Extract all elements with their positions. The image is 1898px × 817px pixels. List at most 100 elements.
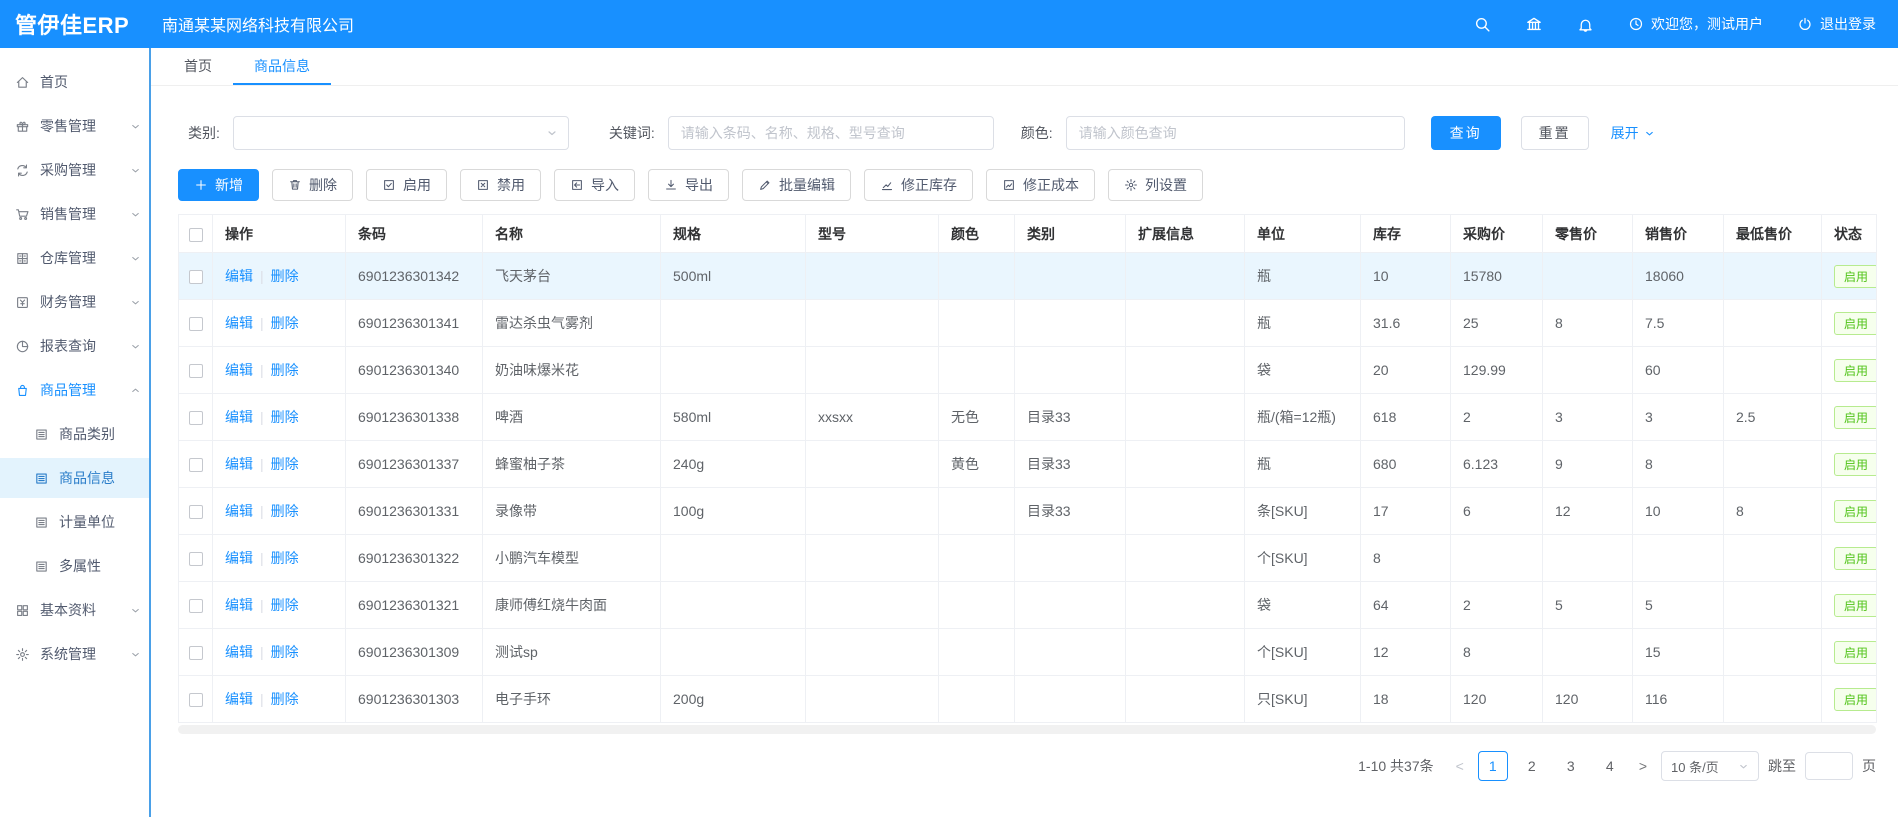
edit-link[interactable]: 编辑 bbox=[225, 409, 253, 425]
cell-name: 奶油味爆米花 bbox=[483, 347, 661, 394]
row-checkbox[interactable] bbox=[189, 552, 203, 566]
cell-purchase: 2 bbox=[1451, 582, 1543, 629]
sidebar-item-products[interactable]: 商品管理 bbox=[0, 370, 151, 410]
cell-retail bbox=[1543, 629, 1633, 676]
sidebar-item-basic-data[interactable]: 基本资料 bbox=[0, 590, 151, 630]
sidebar-item-retail[interactable]: 零售管理 bbox=[0, 106, 151, 146]
cell-retail bbox=[1543, 347, 1633, 394]
cell-ext bbox=[1126, 394, 1245, 441]
tab-首页[interactable]: 首页 bbox=[163, 48, 233, 85]
delete-link[interactable]: 删除 bbox=[271, 503, 299, 519]
cell-unit: 瓶/(箱=12瓶) bbox=[1245, 394, 1361, 441]
row-checkbox[interactable] bbox=[189, 693, 203, 707]
delete-link[interactable]: 删除 bbox=[271, 597, 299, 613]
delete-link[interactable]: 删除 bbox=[271, 456, 299, 472]
edit-link[interactable]: 编辑 bbox=[225, 597, 253, 613]
export-button[interactable]: 导出 bbox=[648, 169, 729, 201]
page-button-2[interactable]: 2 bbox=[1517, 751, 1547, 781]
horizontal-scrollbar[interactable] bbox=[178, 725, 1876, 734]
sidebar-item-home[interactable]: 首页 bbox=[0, 62, 151, 102]
cell-barcode: 6901236301331 bbox=[346, 488, 483, 535]
sidebar-item-product-info[interactable]: 商品信息 bbox=[0, 458, 151, 498]
delete-link[interactable]: 删除 bbox=[271, 362, 299, 378]
status-badge: 启用 bbox=[1834, 406, 1877, 429]
chevron-up-icon bbox=[130, 385, 141, 396]
cell-purchase: 6.123 bbox=[1451, 441, 1543, 488]
disable-button[interactable]: 禁用 bbox=[460, 169, 541, 201]
cell-purchase: 6 bbox=[1451, 488, 1543, 535]
cell-retail: 12 bbox=[1543, 488, 1633, 535]
delete-link[interactable]: 删除 bbox=[271, 691, 299, 707]
row-checkbox[interactable] bbox=[189, 317, 203, 331]
fix-cost-button[interactable]: 修正成本 bbox=[986, 169, 1095, 201]
delete-link[interactable]: 删除 bbox=[271, 409, 299, 425]
sidebar-item-product-category[interactable]: 商品类别 bbox=[0, 414, 151, 454]
page-button-4[interactable]: 4 bbox=[1595, 751, 1625, 781]
delete-link[interactable]: 删除 bbox=[271, 644, 299, 660]
edit-link[interactable]: 编辑 bbox=[225, 644, 253, 660]
edit-link[interactable]: 编辑 bbox=[225, 503, 253, 519]
prev-page-button[interactable]: < bbox=[1451, 758, 1469, 774]
fix-stock-button[interactable]: 修正库存 bbox=[864, 169, 973, 201]
sidebar-item-reports[interactable]: 报表查询 bbox=[0, 326, 151, 366]
welcome-user[interactable]: 欢迎您，测试用户 bbox=[1628, 14, 1763, 34]
row-checkbox[interactable] bbox=[189, 270, 203, 284]
cell-name: 康师傅红烧牛肉面 bbox=[483, 582, 661, 629]
edit-link[interactable]: 编辑 bbox=[225, 362, 253, 378]
sidebar-item-multi-attribute[interactable]: 多属性 bbox=[0, 546, 151, 586]
page-size-select[interactable]: 10 条/页 bbox=[1661, 751, 1759, 781]
jump-page-input[interactable] bbox=[1805, 752, 1853, 780]
category-select[interactable] bbox=[233, 116, 569, 150]
select-all-checkbox[interactable] bbox=[189, 228, 203, 242]
sidebar-item-finance[interactable]: 财务管理 bbox=[0, 282, 151, 322]
cell-unit: 袋 bbox=[1245, 347, 1361, 394]
row-checkbox[interactable] bbox=[189, 458, 203, 472]
sidebar-item-warehouse[interactable]: 仓库管理 bbox=[0, 238, 151, 278]
add-button[interactable]: 新增 bbox=[178, 169, 259, 201]
edit-link[interactable]: 编辑 bbox=[225, 691, 253, 707]
cart-icon bbox=[15, 207, 30, 222]
logout-button[interactable]: 退出登录 bbox=[1797, 14, 1876, 34]
reset-button[interactable]: 重置 bbox=[1521, 116, 1589, 150]
enable-button[interactable]: 启用 bbox=[366, 169, 447, 201]
row-checkbox[interactable] bbox=[189, 646, 203, 660]
column-settings-button[interactable]: 列设置 bbox=[1108, 169, 1203, 201]
batch-edit-button[interactable]: 批量编辑 bbox=[742, 169, 851, 201]
search-icon[interactable] bbox=[1474, 16, 1491, 33]
expand-link[interactable]: 展开 bbox=[1611, 123, 1655, 143]
cost-edit-icon bbox=[1002, 178, 1016, 192]
cell-color bbox=[939, 488, 1015, 535]
page-button-1[interactable]: 1 bbox=[1478, 751, 1508, 781]
edit-link[interactable]: 编辑 bbox=[225, 550, 253, 566]
delete-button[interactable]: 删除 bbox=[272, 169, 353, 201]
keyword-input[interactable] bbox=[668, 116, 994, 150]
edit-link[interactable]: 编辑 bbox=[225, 315, 253, 331]
row-checkbox[interactable] bbox=[189, 411, 203, 425]
delete-link[interactable]: 删除 bbox=[271, 268, 299, 284]
sidebar-item-measure-unit[interactable]: 计量单位 bbox=[0, 502, 151, 542]
row-checkbox[interactable] bbox=[189, 505, 203, 519]
search-button[interactable]: 查询 bbox=[1431, 116, 1501, 150]
cell-stock: 680 bbox=[1361, 441, 1451, 488]
cell-sale: 15 bbox=[1633, 629, 1724, 676]
delete-link[interactable]: 删除 bbox=[271, 550, 299, 566]
cell-stock: 18 bbox=[1361, 676, 1451, 723]
cell-stock: 12 bbox=[1361, 629, 1451, 676]
sidebar-item-purchase[interactable]: 采购管理 bbox=[0, 150, 151, 190]
list-icon bbox=[34, 559, 49, 574]
import-button[interactable]: 导入 bbox=[554, 169, 635, 201]
sidebar-item-sales[interactable]: 销售管理 bbox=[0, 194, 151, 234]
next-page-button[interactable]: > bbox=[1634, 758, 1652, 774]
page-button-3[interactable]: 3 bbox=[1556, 751, 1586, 781]
row-checkbox[interactable] bbox=[189, 364, 203, 378]
tab-商品信息[interactable]: 商品信息 bbox=[233, 48, 331, 85]
row-checkbox[interactable] bbox=[189, 599, 203, 613]
edit-link[interactable]: 编辑 bbox=[225, 456, 253, 472]
color-input[interactable] bbox=[1066, 116, 1405, 150]
edit-link[interactable]: 编辑 bbox=[225, 268, 253, 284]
bell-icon[interactable] bbox=[1577, 16, 1594, 33]
sidebar-item-system[interactable]: 系统管理 bbox=[0, 634, 151, 674]
bank-icon[interactable] bbox=[1525, 15, 1543, 33]
delete-link[interactable]: 删除 bbox=[271, 315, 299, 331]
cell-min_price bbox=[1724, 582, 1822, 629]
